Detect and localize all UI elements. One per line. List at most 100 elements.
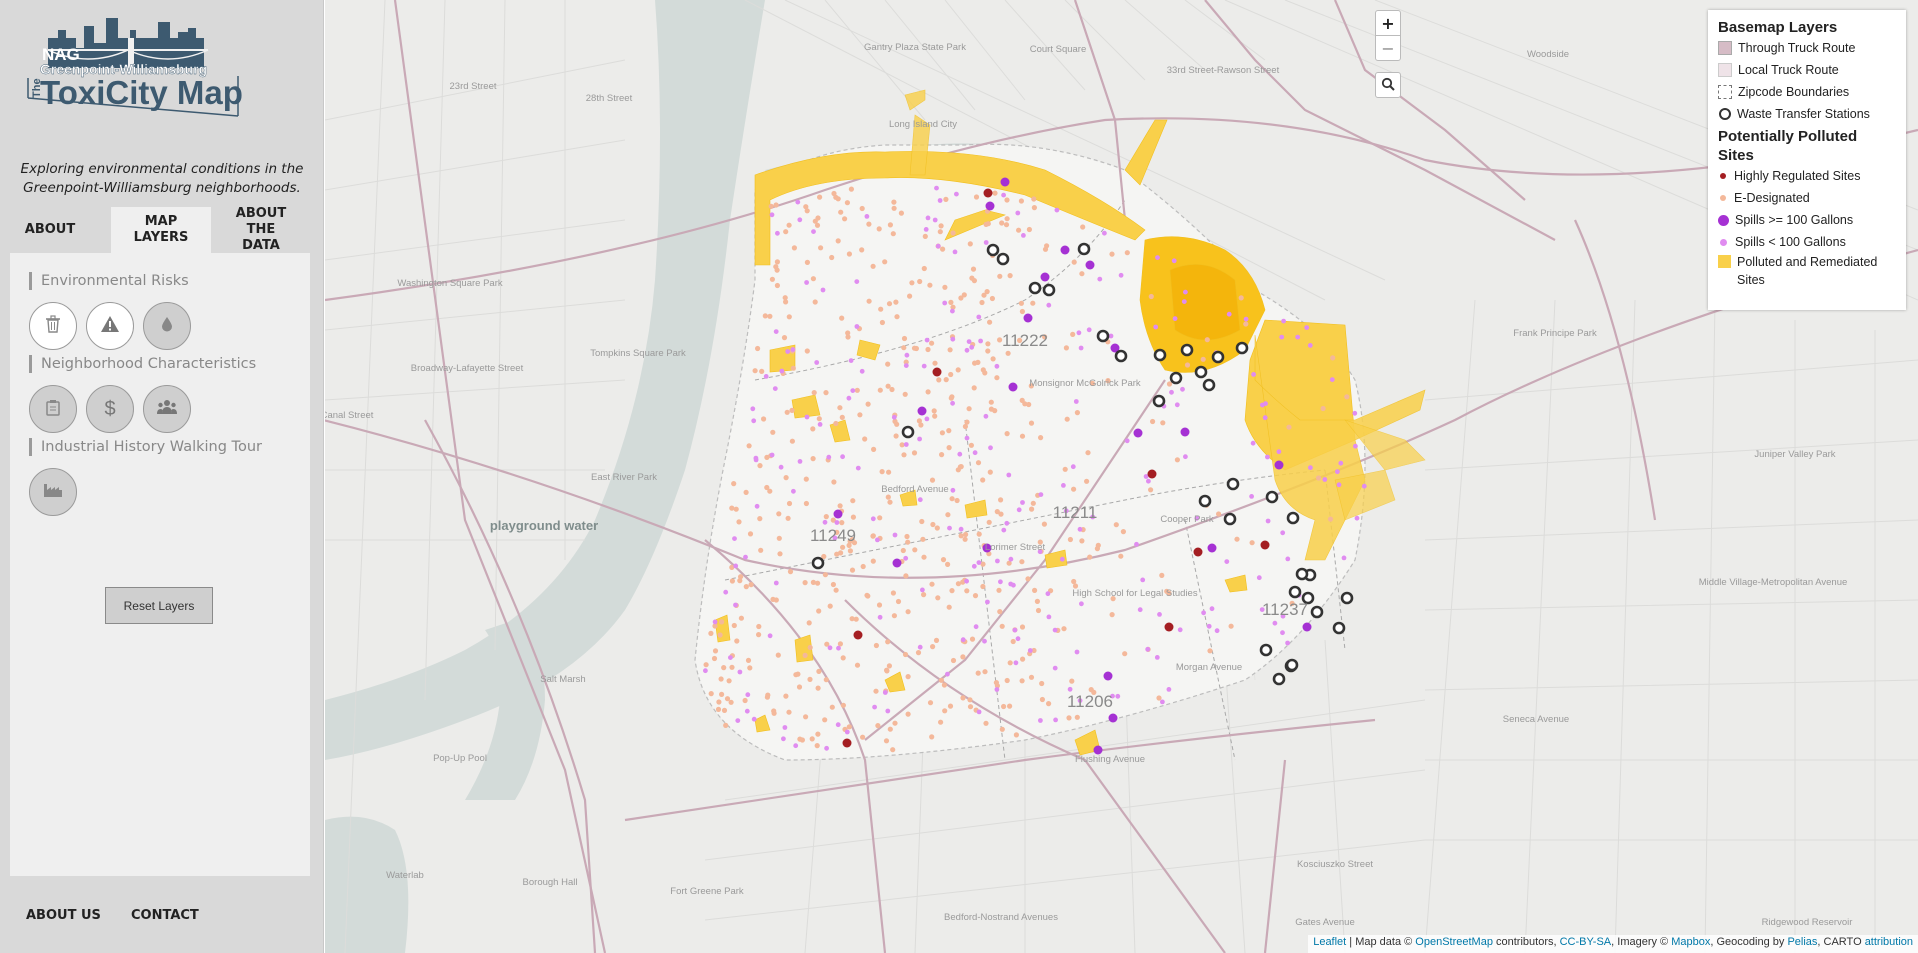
e-designated-marker[interactable]: [1159, 572, 1165, 579]
spill-small-marker[interactable]: [779, 368, 785, 374]
e-designated-marker[interactable]: [873, 642, 880, 649]
e-designated-marker[interactable]: [829, 254, 835, 261]
e-designated-marker[interactable]: [887, 499, 893, 505]
waste-transfer-station-marker[interactable]: [1340, 591, 1354, 605]
e-designated-marker[interactable]: [927, 282, 933, 288]
e-designated-marker[interactable]: [1001, 703, 1007, 710]
e-designated-marker[interactable]: [940, 246, 946, 252]
spill-small-marker[interactable]: [903, 555, 909, 561]
e-designated-marker[interactable]: [1019, 308, 1025, 315]
e-designated-marker[interactable]: [1013, 732, 1020, 738]
e-designated-marker[interactable]: [734, 638, 740, 644]
e-designated-marker[interactable]: [743, 584, 749, 590]
spill-small-marker[interactable]: [924, 337, 930, 343]
e-designated-marker[interactable]: [970, 266, 977, 272]
e-designated-marker[interactable]: [804, 259, 810, 265]
spill-small-marker[interactable]: [1166, 687, 1172, 692]
spill-small-marker[interactable]: [937, 198, 943, 203]
spill-small-marker[interactable]: [1146, 478, 1151, 484]
spill-small-marker[interactable]: [1015, 210, 1021, 216]
spill-large-marker[interactable]: [985, 201, 995, 211]
spill-small-marker[interactable]: [769, 452, 775, 458]
e-designated-marker[interactable]: [918, 422, 924, 428]
e-designated-marker[interactable]: [776, 535, 782, 541]
e-designated-marker[interactable]: [962, 423, 969, 430]
spill-small-marker[interactable]: [1102, 230, 1107, 236]
e-designated-marker[interactable]: [972, 593, 979, 599]
e-designated-marker[interactable]: [1019, 624, 1026, 630]
e-designated-marker[interactable]: [893, 299, 899, 305]
spill-small-marker[interactable]: [1181, 299, 1187, 304]
e-designated-marker[interactable]: [786, 314, 792, 320]
e-designated-marker[interactable]: [885, 361, 891, 367]
e-designated-marker[interactable]: [822, 572, 828, 578]
e-designated-marker[interactable]: [866, 298, 872, 304]
spill-small-marker[interactable]: [1001, 192, 1006, 198]
e-designated-marker[interactable]: [822, 717, 828, 723]
e-designated-marker[interactable]: [831, 479, 837, 485]
e-designated-marker[interactable]: [1004, 216, 1010, 222]
e-designated-marker[interactable]: [837, 641, 844, 647]
spill-small-marker[interactable]: [769, 212, 775, 218]
e-designated-marker[interactable]: [859, 205, 865, 212]
e-designated-marker[interactable]: [999, 726, 1005, 732]
spill-small-marker[interactable]: [925, 215, 931, 221]
e-designated-marker[interactable]: [839, 315, 845, 321]
flood-risk-toggle-button[interactable]: [143, 302, 191, 350]
e-designated-marker[interactable]: [886, 301, 893, 307]
e-designated-marker[interactable]: [1071, 486, 1077, 492]
waste-transfer-station-marker[interactable]: [1288, 585, 1302, 599]
e-designated-marker[interactable]: [802, 652, 808, 659]
spill-small-marker[interactable]: [1265, 518, 1271, 524]
e-designated-marker[interactable]: [729, 578, 735, 584]
e-designated-marker[interactable]: [884, 667, 890, 673]
spill-small-marker[interactable]: [976, 709, 982, 715]
spill-large-marker[interactable]: [1060, 245, 1070, 255]
e-designated-marker[interactable]: [769, 276, 775, 282]
e-designated-marker[interactable]: [1031, 205, 1037, 211]
e-designated-marker[interactable]: [870, 558, 876, 564]
e-designated-marker[interactable]: [1070, 331, 1076, 337]
e-designated-marker[interactable]: [902, 651, 909, 658]
e-designated-marker[interactable]: [807, 644, 813, 651]
spill-small-marker[interactable]: [820, 287, 826, 293]
spill-small-marker[interactable]: [942, 300, 948, 306]
e-designated-marker[interactable]: [857, 412, 863, 418]
e-designated-marker[interactable]: [802, 580, 808, 586]
spill-small-marker[interactable]: [1256, 575, 1262, 581]
e-designated-marker[interactable]: [786, 500, 793, 507]
spill-small-marker[interactable]: [728, 655, 733, 660]
e-designated-marker[interactable]: [873, 688, 879, 694]
spill-small-marker[interactable]: [1108, 333, 1114, 339]
e-designated-marker[interactable]: [950, 657, 957, 664]
e-designated-marker[interactable]: [968, 442, 975, 448]
e-designated-marker[interactable]: [715, 706, 722, 713]
spill-small-marker[interactable]: [983, 240, 989, 245]
spill-small-marker[interactable]: [1169, 389, 1174, 395]
e-designated-marker[interactable]: [790, 365, 796, 371]
spill-small-marker[interactable]: [793, 743, 799, 749]
spill-small-marker[interactable]: [795, 199, 801, 205]
e-designated-marker[interactable]: [783, 229, 789, 235]
spill-small-marker[interactable]: [1251, 372, 1256, 377]
spill-small-marker[interactable]: [835, 722, 841, 728]
spill-small-marker[interactable]: [1006, 472, 1012, 478]
spill-small-marker[interactable]: [935, 243, 941, 249]
e-designated-marker[interactable]: [803, 476, 809, 482]
e-designated-marker[interactable]: [913, 345, 920, 352]
e-designated-marker[interactable]: [931, 408, 937, 414]
e-designated-marker[interactable]: [1228, 623, 1234, 629]
waste-transfer-station-marker[interactable]: [1286, 511, 1300, 525]
e-designated-marker[interactable]: [998, 511, 1004, 517]
spill-small-marker[interactable]: [1134, 541, 1139, 547]
waste-transfer-station-marker[interactable]: [1096, 329, 1110, 343]
spill-small-marker[interactable]: [950, 487, 956, 493]
e-designated-marker[interactable]: [729, 664, 735, 670]
e-designated-marker[interactable]: [999, 220, 1005, 226]
spill-small-marker[interactable]: [1201, 610, 1206, 616]
e-designated-marker[interactable]: [783, 475, 789, 481]
e-designated-marker[interactable]: [1238, 295, 1244, 301]
e-designated-marker[interactable]: [986, 519, 992, 525]
e-designated-marker[interactable]: [777, 551, 783, 557]
spill-small-marker[interactable]: [797, 459, 803, 464]
